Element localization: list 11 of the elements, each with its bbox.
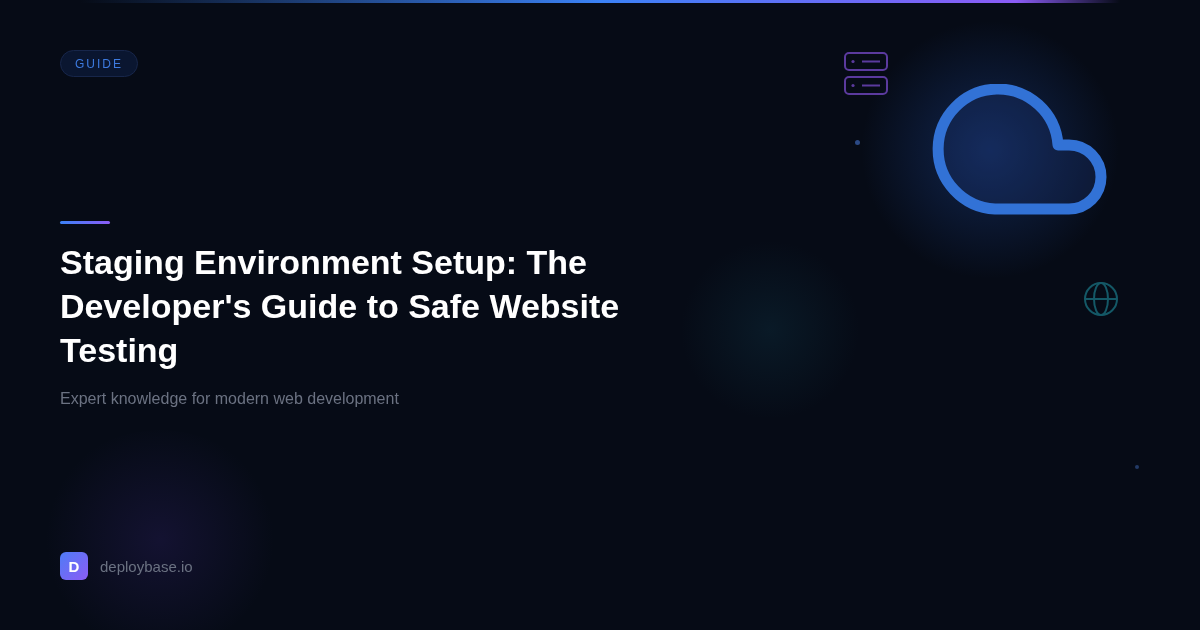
accent-line <box>60 221 110 224</box>
category-badge: GUIDE <box>60 50 138 77</box>
server-icon <box>844 52 888 96</box>
globe-icon <box>1083 281 1119 317</box>
decorative-dot <box>855 140 860 145</box>
decorative-dot <box>1135 465 1139 469</box>
article-subtitle: Expert knowledge for modern web development <box>60 389 399 409</box>
brand-name: deploybase.io <box>100 557 193 575</box>
brand-logo: D <box>60 552 88 580</box>
cloud-icon <box>931 84 1109 216</box>
article-title: Staging Environment Setup: The Developer's Guide to Safe Website Testing <box>60 242 621 371</box>
